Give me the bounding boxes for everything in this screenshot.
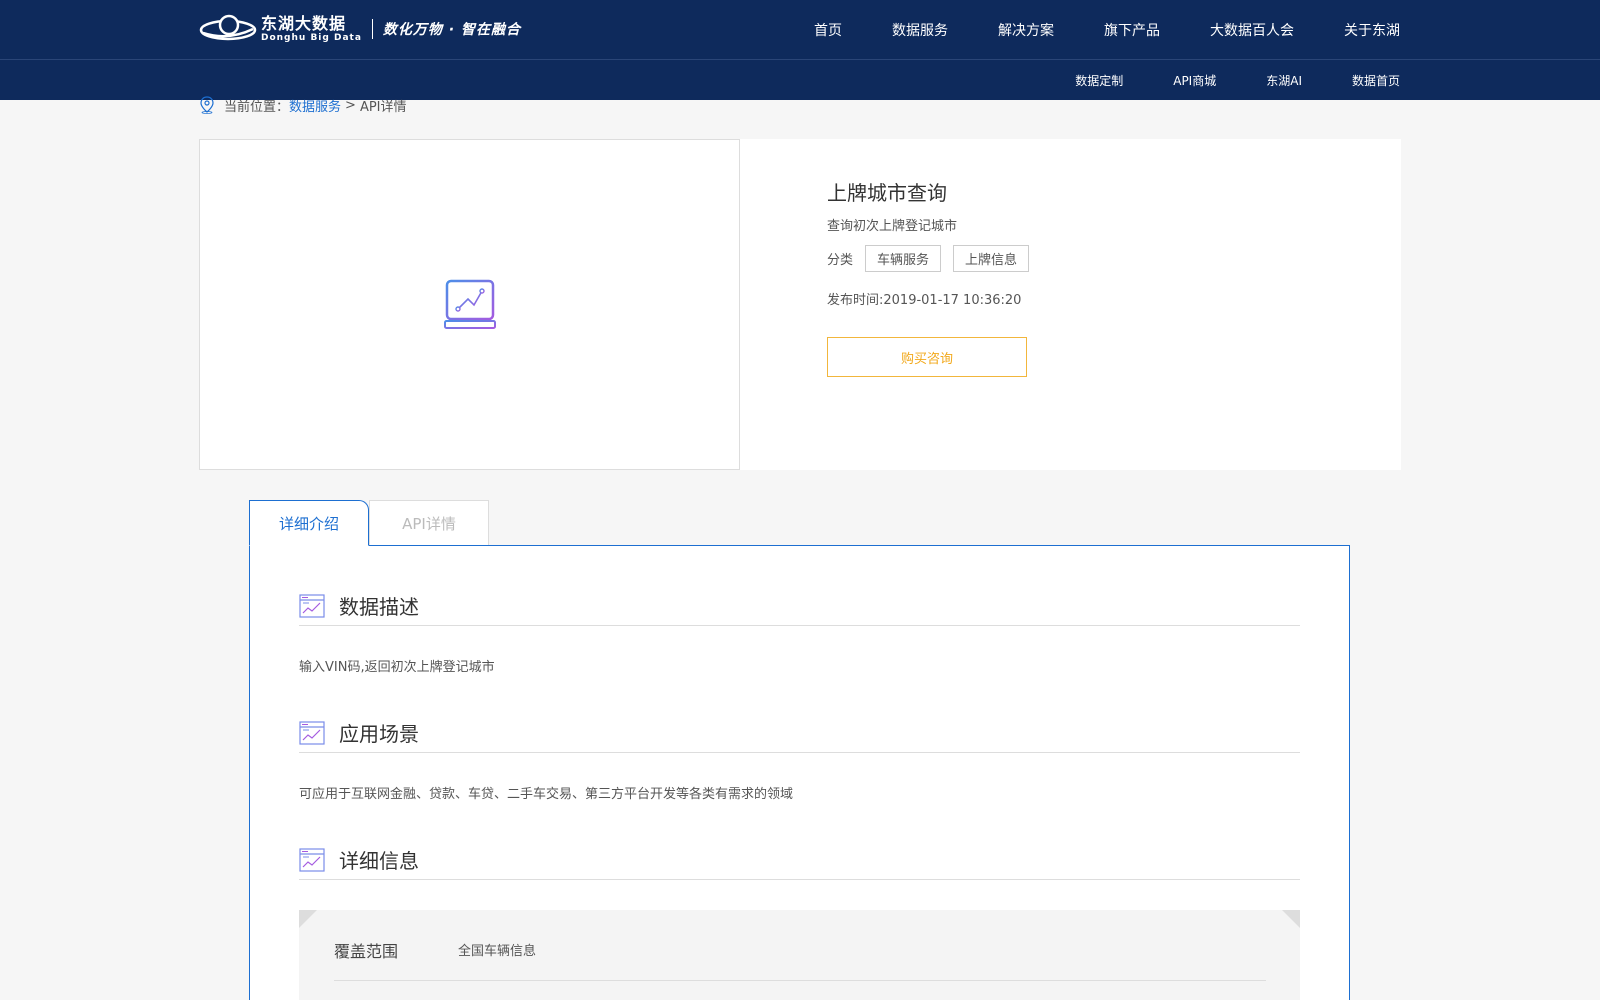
brand-name-en: Donghu Big Data	[261, 33, 362, 43]
section-header-description: 数据描述	[299, 586, 1300, 626]
monitor-chart-icon	[443, 279, 496, 329]
section-header-scenario: 应用场景	[299, 713, 1300, 753]
product-title: 上牌城市查询	[827, 181, 947, 205]
brand-name-cn: 东湖大数据	[261, 14, 347, 33]
section-header-details: 详细信息	[299, 840, 1300, 880]
tab-api-detail[interactable]: API详情	[369, 500, 489, 546]
breadcrumb-link-data-services[interactable]: 数据服务	[289, 96, 341, 115]
main-nav: 首页 数据服务 解决方案 旗下产品 大数据百人会 关于东湖	[764, 0, 1400, 60]
tag-vehicle-service[interactable]: 车辆服务	[865, 245, 942, 272]
breadcrumb-separator: >	[345, 97, 356, 113]
breadcrumb: 当前位置： 数据服务 > API详情	[199, 94, 407, 116]
publish-time: 发布时间:2019-01-17 10:36:20	[827, 293, 1022, 308]
section-title-description: 数据描述	[339, 595, 419, 619]
nav-about[interactable]: 关于东湖	[1344, 20, 1400, 40]
brand-slogan: 数化万物 · 智在融合	[382, 22, 521, 38]
subnav-api-store[interactable]: API商城	[1173, 72, 1216, 89]
product-category: 分类 车辆服务 上牌信息	[827, 245, 1030, 272]
corner-decoration	[299, 910, 317, 928]
subnav-donghu-ai[interactable]: 东湖AI	[1266, 72, 1302, 89]
brand-logo[interactable]: 东湖大数据 Donghu Big Data 数化万物 · 智在融合	[199, 11, 521, 47]
product-panel: 上牌城市查询 查询初次上牌登记城市 分类 车辆服务 上牌信息 发布时间:2019…	[199, 139, 1401, 470]
detail-info-table: 覆盖范围 全国车辆信息 更新频率 其他	[299, 910, 1300, 1000]
detail-tabs: 详细介绍 API详情	[249, 500, 489, 546]
data-window-icon	[299, 720, 325, 745]
nav-products[interactable]: 旗下产品	[1104, 20, 1160, 40]
nav-data-services[interactable]: 数据服务	[892, 20, 948, 40]
section-text-description: 输入VIN码,返回初次上牌登记城市	[299, 660, 495, 675]
subnav-data-home[interactable]: 数据首页	[1352, 72, 1400, 89]
detail-row: 覆盖范围 全国车辆信息	[334, 919, 1266, 981]
breadcrumb-current: API详情	[359, 99, 407, 115]
product-image	[199, 139, 740, 470]
detail-value: 全国车辆信息	[458, 944, 537, 959]
corner-decoration	[1282, 910, 1300, 928]
top-header: 东湖大数据 Donghu Big Data 数化万物 · 智在融合 首页 数据服…	[0, 0, 1600, 60]
subnav-data-custom[interactable]: 数据定制	[1075, 72, 1123, 89]
logo-divider	[371, 19, 373, 39]
detail-row: 更新频率 其他	[334, 981, 1266, 1000]
sub-nav: 数据定制 API商城 东湖AI 数据首页	[1025, 60, 1400, 100]
product-subtitle: 查询初次上牌登记城市	[827, 219, 958, 234]
detail-key: 覆盖范围	[334, 941, 399, 961]
saturn-logo-icon	[199, 14, 257, 41]
location-pin-icon	[200, 96, 214, 114]
nav-home[interactable]: 首页	[814, 20, 842, 40]
breadcrumb-prefix: 当前位置：	[224, 99, 290, 115]
section-title-details: 详细信息	[339, 849, 419, 873]
buy-consult-button[interactable]: 购买咨询	[827, 337, 1027, 377]
tab-content: 数据描述 输入VIN码,返回初次上牌登记城市 应用场景 可应用于互联网金融、贷款…	[249, 545, 1350, 1000]
data-window-icon	[299, 847, 325, 872]
section-text-scenario: 可应用于互联网金融、贷款、车贷、二手车交易、第三方平台开发等各类有需求的领域	[299, 787, 794, 802]
category-label: 分类	[827, 253, 854, 268]
nav-solutions[interactable]: 解决方案	[998, 20, 1054, 40]
tab-detail-intro[interactable]: 详细介绍	[249, 500, 369, 546]
nav-bigdata-club[interactable]: 大数据百人会	[1210, 20, 1294, 40]
section-title-scenario: 应用场景	[339, 722, 419, 746]
tag-registration-info[interactable]: 上牌信息	[953, 245, 1030, 272]
data-window-icon	[299, 593, 325, 618]
